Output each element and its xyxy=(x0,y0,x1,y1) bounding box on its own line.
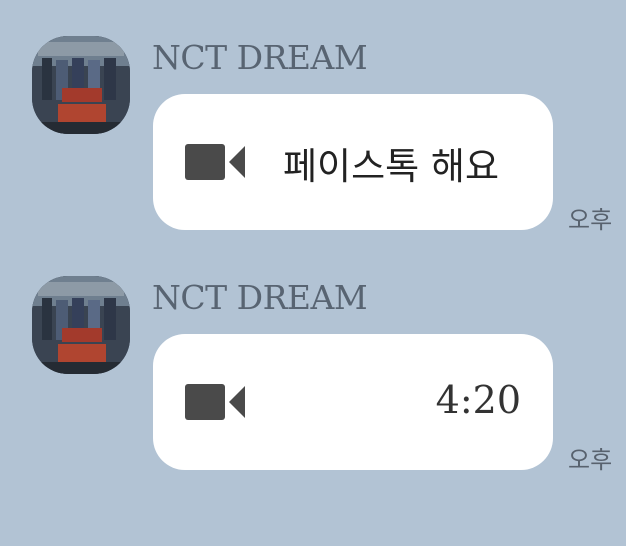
facetalk-message-bubble[interactable]: 페이스톡 해요 xyxy=(153,94,553,230)
message-time: 오후 xyxy=(568,206,613,234)
video-camera-icon xyxy=(185,142,247,182)
message-time: 오후 xyxy=(568,446,613,474)
sender-avatar[interactable] xyxy=(32,36,130,134)
facetalk-call-bubble[interactable]: 4:20 xyxy=(153,334,553,470)
message-text: 페이스톡 해요 xyxy=(283,145,500,188)
sender-name: NCT DREAM xyxy=(152,38,368,77)
album-cover-avatar-image xyxy=(32,36,130,134)
chat-message-facetalk-call: NCT DREAM 4:20 오후 xyxy=(0,276,626,516)
call-duration: 4:20 xyxy=(435,378,521,422)
chat-message-facetalk-request: NCT DREAM 페이스톡 해요 오후 xyxy=(0,36,626,276)
sender-avatar[interactable] xyxy=(32,276,130,374)
video-camera-icon xyxy=(185,382,247,422)
sender-name: NCT DREAM xyxy=(152,278,368,317)
album-cover-avatar-image xyxy=(32,276,130,374)
